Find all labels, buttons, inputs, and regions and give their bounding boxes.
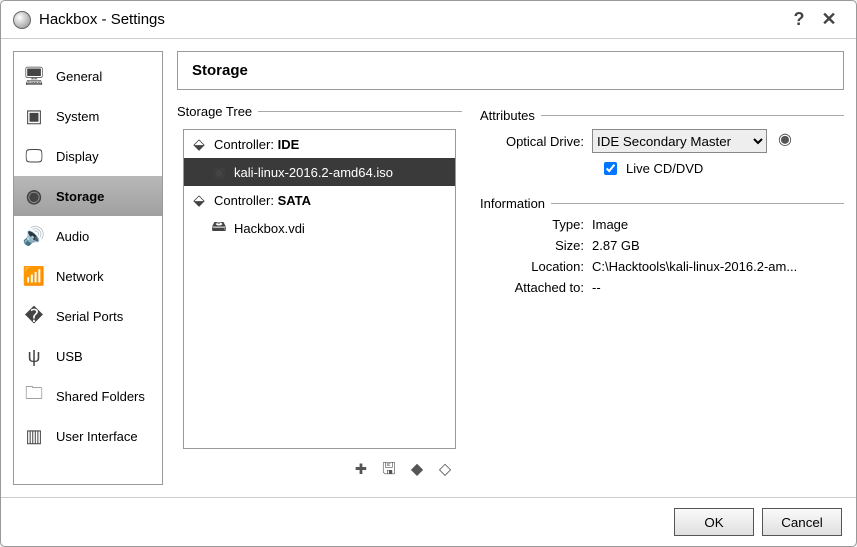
close-button[interactable]: ✕ [814,9,844,30]
divider [541,115,844,116]
panels: Storage Tree ⬙ Controller: IDE ◉ kali-li… [177,100,844,485]
controller-label: Controller: IDE [214,137,299,152]
info-size-label: Size: [480,238,592,253]
storage-tree-panel: Storage Tree ⬙ Controller: IDE ◉ kali-li… [177,100,462,485]
footer: OK Cancel [1,497,856,546]
divider [258,111,462,112]
live-cd-row: Live CD/DVD [600,159,844,178]
info-type-row: Type: Image [480,217,844,232]
sidebar-item-display[interactable]: 🖵 Display [14,136,162,176]
remove-controller-button[interactable]: ◇ [434,459,456,481]
content-area: 🖥 General ▣ System 🖵 Display ◉ Storage 🔊… [1,39,856,497]
information-head: Information [480,196,844,211]
folder-icon: 🗀 [22,381,46,411]
live-cd-checkbox[interactable] [604,162,617,175]
controller-icon: ⬙ [190,135,208,153]
usb-icon: ψ [22,346,46,367]
sidebar-item-shared-folders[interactable]: 🗀 Shared Folders [14,376,162,416]
optical-drive-control: IDE Secondary Master ◉ [592,129,844,153]
tree-item-label: Hackbox.vdi [234,221,305,236]
sidebar-item-label: Storage [56,189,104,204]
sidebar-item-general[interactable]: 🖥 General [14,56,162,96]
sidebar-item-network[interactable]: 📶 Network [14,256,162,296]
interface-icon: ▥ [22,426,46,447]
info-size-row: Size: 2.87 GB [480,238,844,253]
optical-drive-row: Optical Drive: IDE Secondary Master ◉ [480,129,844,153]
info-location-label: Location: [480,259,592,274]
add-attachment-button[interactable]: 🞦 [350,459,372,481]
tree-toolbar: 🞦 🖫 ◆ ◇ [177,455,462,485]
sidebar-item-audio[interactable]: 🔊 Audio [14,216,162,256]
tree-item-label: kali-linux-2016.2-amd64.iso [234,165,393,180]
window-title: Hackbox - Settings [39,11,165,28]
controller-label: Controller: SATA [214,193,311,208]
info-location-value: C:\Hacktools\kali-linux-2016.2-am... [592,259,844,274]
sidebar-item-label: General [56,69,102,84]
live-cd-label: Live CD/DVD [626,161,703,176]
title-area: Hackbox - Settings [13,11,784,29]
storage-tree-label: Storage Tree [177,104,252,119]
sidebar-item-label: Audio [56,229,89,244]
monitor-icon: 🖥 [22,66,46,87]
sidebar-item-serial-ports[interactable]: � Serial Ports [14,296,162,336]
cancel-button[interactable]: Cancel [762,508,842,536]
attributes-label: Attributes [480,108,535,123]
information-label: Information [480,196,545,211]
tree-item-iso[interactable]: ◉ kali-linux-2016.2-amd64.iso [184,158,455,186]
hdd-icon: 🖴 [210,216,228,241]
storage-tree-head: Storage Tree [177,104,462,119]
attributes-section: Attributes Optical Drive: IDE Secondary … [480,100,844,178]
sidebar-item-label: USB [56,349,83,364]
info-type-label: Type: [480,217,592,232]
audio-icon: 🔊 [22,226,46,247]
controller-sata[interactable]: ⬙ Controller: SATA [184,186,455,214]
sidebar-item-label: Display [56,149,99,164]
choose-disk-button[interactable]: ◉ [773,129,797,153]
serial-icon: � [22,306,46,327]
sidebar-item-label: System [56,109,99,124]
sidebar-item-label: Serial Ports [56,309,123,324]
sidebar-item-system[interactable]: ▣ System [14,96,162,136]
chip-icon: ▣ [22,106,46,127]
info-attached-value: -- [592,280,844,295]
sidebar-item-storage[interactable]: ◉ Storage [14,176,162,216]
sidebar-item-usb[interactable]: ψ USB [14,336,162,376]
page-title: Storage [192,62,248,79]
ok-button[interactable]: OK [674,508,754,536]
sidebar-item-label: Shared Folders [56,389,145,404]
storage-tree[interactable]: ⬙ Controller: IDE ◉ kali-linux-2016.2-am… [183,129,456,449]
display-icon: 🖵 [22,146,46,167]
help-button[interactable]: ? [784,9,814,30]
info-attached-label: Attached to: [480,280,592,295]
sidebar-item-user-interface[interactable]: ▥ User Interface [14,416,162,456]
optical-drive-select[interactable]: IDE Secondary Master [592,129,767,153]
save-icon[interactable]: 🖫 [378,459,400,481]
app-icon [13,11,31,29]
tree-item-vdi[interactable]: 🖴 Hackbox.vdi [184,214,455,242]
network-icon: 📶 [22,266,46,287]
right-column: Attributes Optical Drive: IDE Secondary … [480,100,844,485]
sidebar-item-label: Network [56,269,104,284]
info-type-value: Image [592,217,844,232]
controller-ide[interactable]: ⬙ Controller: IDE [184,130,455,158]
info-attached-row: Attached to: -- [480,280,844,295]
disk-icon: ◉ [22,186,46,207]
add-controller-button[interactable]: ◆ [406,459,428,481]
divider [551,203,844,204]
disc-icon: ◉ [210,163,228,181]
optical-drive-label: Optical Drive: [480,134,592,149]
sidebar: 🖥 General ▣ System 🖵 Display ◉ Storage 🔊… [13,51,163,485]
info-location-row: Location: C:\Hacktools\kali-linux-2016.2… [480,259,844,274]
page-title-box: Storage [177,51,844,90]
attributes-head: Attributes [480,108,844,123]
info-size-value: 2.87 GB [592,238,844,253]
main: Storage Storage Tree ⬙ Controller: IDE [177,51,844,485]
information-section: Information Type: Image Size: 2.87 GB [480,188,844,301]
settings-window: Hackbox - Settings ? ✕ 🖥 General ▣ Syste… [0,0,857,547]
controller-icon: ⬙ [190,191,208,209]
sidebar-item-label: User Interface [56,429,138,444]
titlebar: Hackbox - Settings ? ✕ [1,1,856,39]
